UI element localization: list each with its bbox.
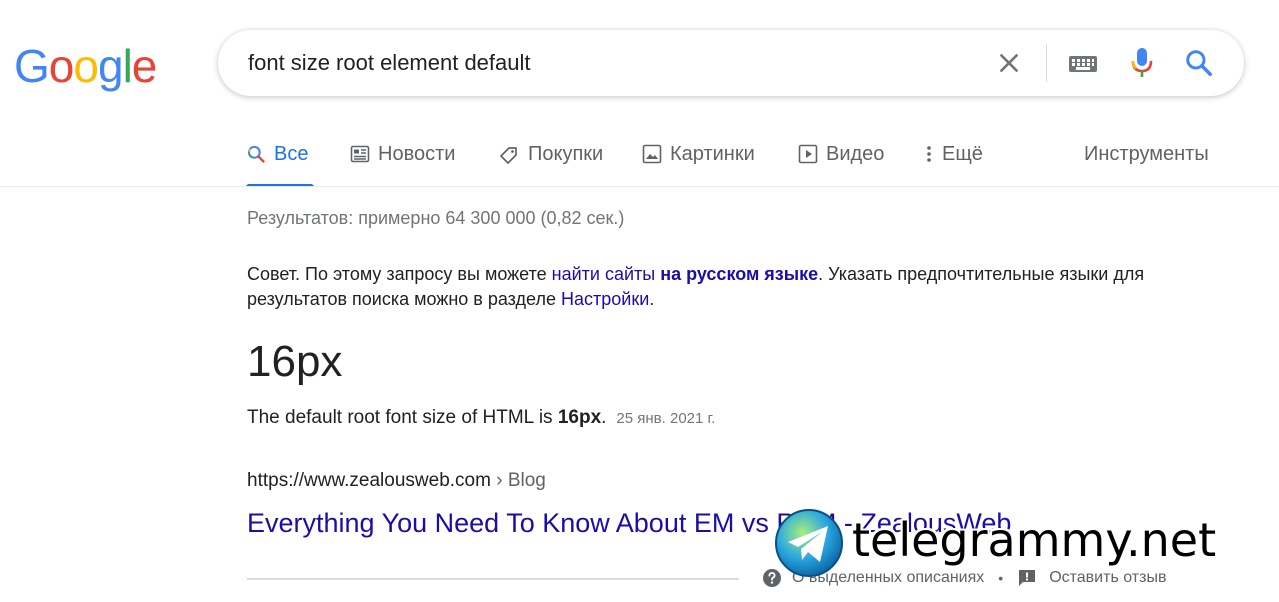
logo-letter: o	[73, 40, 99, 92]
result-url: https://www.zealousweb.com	[247, 470, 491, 491]
snippet-text: .	[601, 407, 607, 428]
microphone-icon[interactable]	[1130, 46, 1154, 80]
result-breadcrumb: › Blog	[490, 470, 546, 491]
news-icon	[350, 145, 370, 163]
logo-letter: g	[97, 40, 124, 92]
featured-snippet: The default root font size of HTML is 16…	[247, 404, 715, 433]
logo-letter: o	[48, 40, 75, 92]
watermark: telegrammy.net	[774, 506, 1274, 582]
google-logo[interactable]: Google	[14, 36, 158, 96]
featured-answer: 16px	[247, 337, 343, 386]
search-icon[interactable]	[1184, 48, 1214, 78]
tab-label: Картинки	[670, 143, 755, 165]
tip-text: Совет. По этому запросу вы можете	[247, 264, 552, 284]
tab-label: Все	[274, 143, 309, 165]
settings-link[interactable]: Настройки	[561, 289, 649, 309]
result-cite: https://www.zealousweb.com › Blog	[247, 468, 546, 494]
tab-shopping[interactable]: Покупки	[498, 138, 603, 186]
snippet-bold: 16px	[557, 407, 602, 428]
snippet-text: The default root font size of HTML is	[247, 407, 558, 428]
tab-label: Ещё	[942, 143, 983, 165]
snippet-divider	[247, 578, 739, 580]
logo-letter: G	[14, 40, 50, 92]
find-sites-link[interactable]: найти сайты	[552, 264, 656, 284]
play-icon	[798, 144, 818, 164]
tag-icon	[500, 147, 517, 164]
tab-label: Видео	[826, 143, 885, 165]
tab-all[interactable]: Все	[246, 138, 314, 187]
watermark-text: telegrammy.net	[852, 513, 1217, 567]
header-divider	[0, 186, 1279, 187]
result-stats: Результатов: примерно 64 300 000 (0,82 с…	[247, 208, 625, 228]
tab-news[interactable]: Новости	[350, 138, 455, 186]
tools-button[interactable]: Инструменты	[1084, 138, 1209, 170]
russian-language-link[interactable]: на русском языке	[660, 264, 818, 284]
image-icon	[642, 144, 662, 164]
tab-images[interactable]: Картинки	[642, 138, 755, 186]
tab-label: Покупки	[528, 143, 604, 165]
logo-letter: e	[131, 40, 158, 92]
tab-video[interactable]: Видео	[798, 138, 884, 186]
tip-text: .	[649, 289, 655, 309]
search-divider	[1046, 44, 1047, 82]
snippet-date: 25 янв. 2021 г.	[616, 410, 716, 427]
logo-letter: l	[122, 40, 133, 92]
search-input[interactable]: font size root element default	[248, 48, 531, 78]
language-tip: Совет. По этому запросу вы можете найти …	[247, 262, 1207, 312]
more-icon	[927, 146, 931, 162]
keyboard-icon[interactable]	[1068, 52, 1098, 74]
search-icon	[247, 145, 265, 163]
search-box[interactable]: font size root element default	[218, 30, 1244, 96]
tab-label: Новости	[378, 143, 456, 165]
tab-more[interactable]: Ещё	[924, 138, 983, 186]
telegram-logo-icon	[775, 509, 843, 577]
clear-icon[interactable]	[996, 50, 1022, 76]
